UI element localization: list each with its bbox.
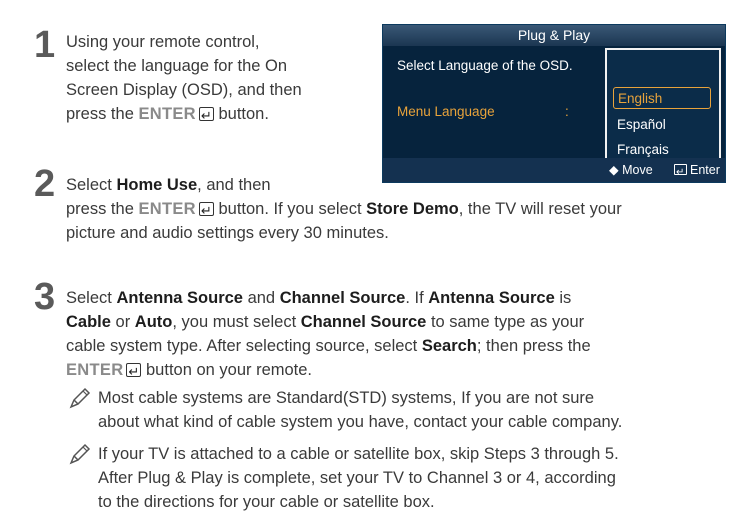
note-line: Most cable systems are Standard(STD) sys… [98, 389, 595, 407]
step-1-text: Using your remote control, select the la… [66, 30, 366, 128]
home-use-term: Home Use [116, 176, 198, 194]
enter-icon [126, 360, 142, 384]
step-3-text: Select Antenna Source and Channel Source… [66, 286, 726, 384]
plug-and-play-osd: Plug & Play Select Language of the OSD. … [382, 24, 726, 185]
note-line: If your TV is attached to a cable or sat… [98, 445, 619, 463]
note-2-text: If your TV is attached to a cable or sat… [98, 442, 728, 514]
menu-language-label: Menu Language [397, 104, 495, 119]
note-line: After Plug & Play is complete, set your … [98, 469, 616, 487]
note-line: about what kind of cable system you have… [98, 413, 623, 431]
note-pencil-icon [69, 443, 91, 465]
step-1-number: 1 [34, 24, 56, 66]
step-2-line: press the ENTER button. If you select St… [66, 197, 726, 223]
step-3-line: cable system type. After selecting sourc… [66, 337, 591, 355]
step-3-number: 3 [34, 276, 56, 318]
language-option-english[interactable]: English [613, 87, 711, 109]
language-option-espanol[interactable]: Español [613, 114, 711, 136]
step-3-line: Cable or Auto, you must select Channel S… [66, 313, 585, 331]
step-2-line: picture and audio settings every 30 minu… [66, 224, 389, 242]
osd-prompt: Select Language of the OSD. [397, 58, 573, 73]
menu-language-colon: : [565, 104, 569, 119]
note-line: to the directions for your cable or sate… [98, 493, 435, 511]
step-3-line: ENTER button on your remote. [66, 358, 726, 384]
note-pencil-icon [69, 387, 91, 409]
step-1-line: press the ENTER button. [66, 102, 366, 128]
enter-icon [198, 199, 214, 223]
enter-word: ENTER [138, 105, 196, 123]
note-1-text: Most cable systems are Standard(STD) sys… [98, 386, 728, 434]
step-1-line: select the language for the On [66, 57, 288, 75]
osd-title: Plug & Play [383, 25, 725, 46]
step-1-line: Using your remote control, [66, 33, 260, 51]
language-list[interactable]: English Español Français [605, 48, 721, 168]
enter-word: ENTER [66, 361, 124, 379]
step-2-line: Select Home Use, and then [66, 176, 271, 194]
enter-icon [198, 104, 214, 128]
step-2-number: 2 [34, 163, 56, 205]
step-2-text: Select Home Use, and then press the ENTE… [66, 173, 726, 245]
step-3-line: Select Antenna Source and Channel Source… [66, 289, 572, 307]
store-demo-term: Store Demo [366, 200, 459, 218]
step-1-line: Screen Display (OSD), and then [66, 81, 302, 99]
enter-word: ENTER [138, 200, 196, 218]
